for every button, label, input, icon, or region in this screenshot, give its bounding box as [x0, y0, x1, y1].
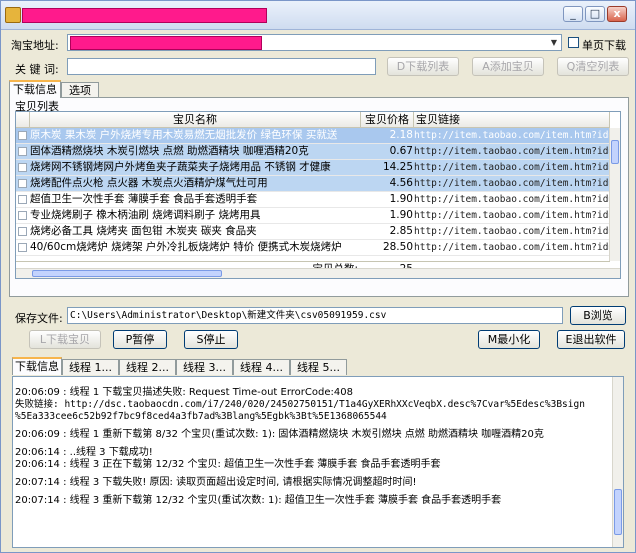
tab-log-download-info[interactable]: 下载信息: [12, 357, 62, 375]
log-vertical-scrollbar[interactable]: [612, 377, 623, 547]
single-page-checkbox[interactable]: [568, 37, 579, 48]
item-list-grid[interactable]: 宝贝名称 宝贝价格 宝贝链接 原木炭 果木炭 户外烧烤专用木炭易燃无烟批发价 绿…: [15, 111, 621, 279]
close-icon: x: [613, 7, 621, 20]
item-link: http://item.taobao.com/item.htm?id=2: [414, 146, 610, 157]
item-list-group-label: 宝贝列表: [15, 100, 59, 113]
row-checkbox[interactable]: [18, 131, 27, 140]
item-link: http://item.taobao.com/item.htm?id=2: [414, 130, 610, 141]
row-checkbox[interactable]: [18, 227, 27, 236]
log-line: 20:06:09 : 线程 1 重新下载第 8/32 个宝贝(重试次数: 1):…: [15, 429, 544, 440]
item-link: http://item.taobao.com/item.htm?id=2: [414, 162, 610, 173]
row-checkbox[interactable]: [18, 147, 27, 156]
keyword-label: 关 键 词:: [15, 63, 59, 76]
download-list-button[interactable]: D下载列表: [387, 57, 459, 76]
item-name: 超值卫生一次性手套 薄膜手套 食品手套透明手套: [30, 193, 258, 205]
column-header-link[interactable]: 宝贝链接: [414, 112, 610, 128]
taobao-url-combobox[interactable]: ▼: [67, 34, 562, 51]
table-row[interactable]: 专业烧烤刷子 橡木柄油刷 烧烤调料刷子 烧烤用具 1.90 http://ite…: [16, 208, 610, 224]
item-link: http://item.taobao.com/item.htm?id=2: [414, 194, 610, 205]
item-price: 0.67: [389, 145, 413, 157]
table-row[interactable]: 固体酒精燃烧块 木炭引燃块 点燃 助燃酒精块 咖喱酒精20克 0.67 http…: [16, 144, 610, 160]
item-name: 烧烤必备工具 烧烤夹 面包钳 木炭夹 碳夹 食品夹: [30, 225, 257, 237]
tab-options[interactable]: 选项: [61, 82, 99, 98]
item-name: 原木炭 果木炭 户外烧烤专用木炭易燃无烟批发价 绿色环保 买就送: [30, 129, 338, 141]
item-name: 烧烤网不锈钢烤网户外烤鱼夹子蔬菜夹子烧烤用品 不锈钢 才健康: [30, 161, 331, 173]
grid-vertical-scrollbar[interactable]: [609, 128, 620, 261]
item-link: http://item.taobao.com/item.htm?id=1: [414, 226, 610, 237]
row-checkbox[interactable]: [18, 179, 27, 188]
item-name: 专业烧烤刷子 橡木柄油刷 烧烤调料刷子 烧烤用具: [30, 209, 261, 221]
table-row[interactable]: 烧烤配件点火枪 点火器 木炭点火酒精炉煤气灶可用 4.56 http://ite…: [16, 176, 610, 192]
item-price: 1.90: [389, 209, 413, 221]
tab-download-info[interactable]: 下载信息: [9, 80, 61, 98]
url-label: 淘宝地址:: [11, 39, 59, 52]
log-line: 20:07:14 : 线程 3 重新下载第 12/32 个宝贝(重试次数: 1)…: [15, 495, 502, 506]
pause-button[interactable]: P暂停: [113, 330, 167, 349]
item-name: 烧烤配件点火枪 点火器 木炭点火酒精炉煤气灶可用: [30, 177, 268, 189]
log-line: %5Ea333cee6c52b92f7bc9f8ced4a3fb7ad%3Bla…: [15, 411, 387, 422]
stop-button[interactable]: S停止: [184, 330, 238, 349]
log-line: 20:07:14 : 线程 3 下载失败! 原因: 读取页面超出设定时间, 请根…: [15, 477, 417, 488]
title-bar[interactable]: _ □ x: [1, 1, 635, 30]
log-line: 失败链接: http://dsc.taobaocdn.com/i7/240/02…: [15, 399, 585, 410]
browse-button[interactable]: B浏览: [570, 306, 626, 325]
tab-thread-5[interactable]: 线程 5...: [290, 359, 347, 375]
item-price: 2.85: [389, 225, 413, 237]
single-page-label: 单页下载: [582, 39, 626, 52]
minimize-icon: _: [570, 7, 576, 20]
grid-horizontal-scrollbar[interactable]: [16, 268, 620, 278]
chevron-down-icon[interactable]: ▼: [548, 36, 560, 49]
start-download-button[interactable]: L下载宝贝: [29, 330, 101, 349]
table-row[interactable]: 原木炭 果木炭 户外烧烤专用木炭易燃无烟批发价 绿色环保 买就送 2.18 ht…: [16, 128, 610, 144]
tab-thread-4[interactable]: 线程 4...: [233, 359, 290, 375]
column-header-name[interactable]: 宝贝名称: [30, 112, 361, 128]
minimize-button[interactable]: _: [563, 6, 583, 22]
item-price: 28.50: [382, 241, 413, 253]
table-row[interactable]: 烧烤网不锈钢烤网户外烤鱼夹子蔬菜夹子烧烤用品 不锈钢 才健康 14.25 htt…: [16, 160, 610, 176]
clear-list-button[interactable]: Q清空列表: [557, 57, 629, 76]
item-link: http://item.taobao.com/item.htm?id=1: [414, 242, 610, 253]
row-checkbox[interactable]: [18, 163, 27, 172]
row-checkbox[interactable]: [18, 243, 27, 252]
tab-thread-3[interactable]: 线程 3...: [176, 359, 233, 375]
item-link: http://item.taobao.com/item.htm?id=2: [414, 178, 610, 189]
redacted-window-title: [22, 8, 267, 23]
tab-thread-1[interactable]: 线程 1...: [62, 359, 119, 375]
log-line: 20:06:14 : ..线程 3 下载成功!: [15, 447, 153, 458]
scroll-thumb[interactable]: [611, 140, 619, 164]
item-price: 14.25: [382, 161, 413, 173]
keyword-input[interactable]: [67, 58, 376, 75]
table-row[interactable]: 40/60cm烧烤炉 烧烤架 户外冷扎板烧烤炉 特价 便携式木炭烧烤炉 28.5…: [16, 240, 610, 256]
maximize-button[interactable]: □: [585, 6, 605, 22]
maximize-icon: □: [589, 7, 601, 20]
row-checkbox[interactable]: [18, 195, 27, 204]
main-window: _ □ x 淘宝地址: ▼ 单页下载 关 键 词: D下载列表 A添加宝贝 Q清…: [0, 0, 636, 553]
log-line: 20:06:14 : 线程 3 正在下载第 12/32 个宝贝: 超值卫生一次性…: [15, 459, 441, 470]
minimize-app-button[interactable]: M最小化: [478, 330, 540, 349]
redacted-url: [70, 36, 262, 50]
save-file-label: 保存文件:: [15, 312, 63, 325]
scroll-thumb[interactable]: [614, 489, 622, 535]
tab-thread-2[interactable]: 线程 2...: [119, 359, 176, 375]
item-price: 4.56: [389, 177, 413, 189]
table-row[interactable]: 超值卫生一次性手套 薄膜手套 食品手套透明手套 1.90 http://item…: [16, 192, 610, 208]
download-log[interactable]: 20:06:09 : 线程 1 下载宝贝描述失败: Request Time-o…: [12, 376, 624, 548]
app-icon: [5, 7, 21, 23]
log-line: 20:06:09 : 线程 1 下载宝贝描述失败: Request Time-o…: [15, 387, 353, 398]
exit-app-button[interactable]: E退出软件: [557, 330, 625, 349]
column-header-price[interactable]: 宝贝价格: [361, 112, 414, 128]
table-row[interactable]: 烧烤必备工具 烧烤夹 面包钳 木炭夹 碳夹 食品夹 2.85 http://it…: [16, 224, 610, 240]
grid-header-corner: [16, 112, 30, 128]
save-path-input[interactable]: C:\Users\Administrator\Desktop\新建文件夹\csv…: [67, 307, 563, 324]
item-name: 固体酒精燃烧块 木炭引燃块 点燃 助燃酒精块 咖喱酒精20克: [30, 145, 309, 157]
item-price: 2.18: [389, 129, 413, 141]
add-item-button[interactable]: A添加宝贝: [472, 57, 544, 76]
scroll-thumb[interactable]: [32, 270, 222, 277]
item-price: 1.90: [389, 193, 413, 205]
item-name: 40/60cm烧烤炉 烧烤架 户外冷扎板烧烤炉 特价 便携式木炭烧烤炉: [30, 241, 342, 253]
close-button[interactable]: x: [607, 6, 627, 22]
item-link: http://item.taobao.com/item.htm?id=2: [414, 210, 610, 221]
row-checkbox[interactable]: [18, 211, 27, 220]
